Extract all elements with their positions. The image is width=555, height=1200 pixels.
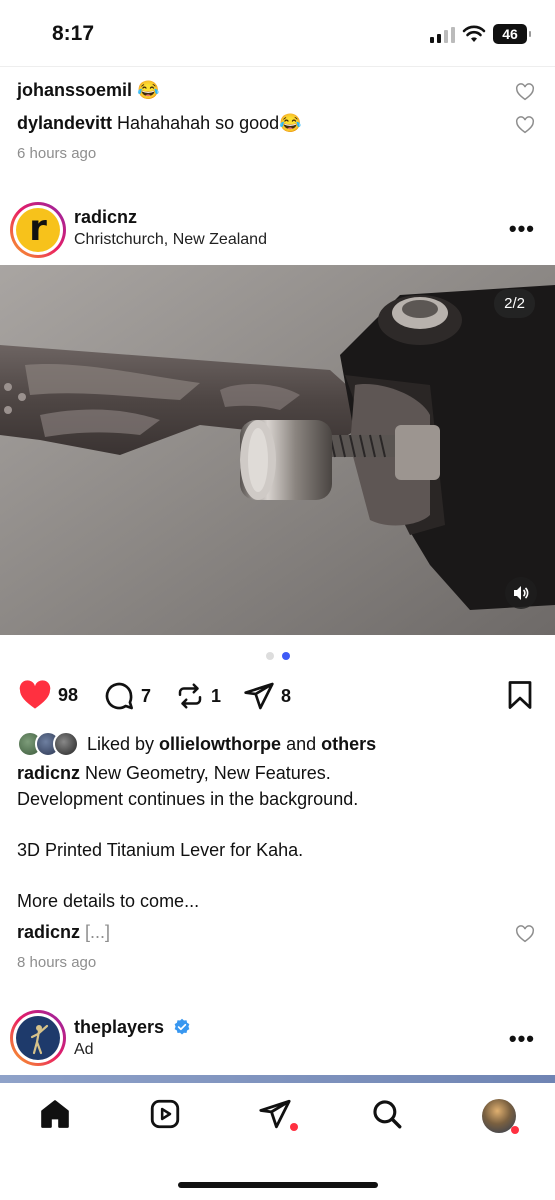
bottom-nav	[0, 1083, 555, 1153]
comment-row[interactable]: radicnz [...]	[17, 922, 110, 943]
more-options-button[interactable]: •••	[509, 216, 535, 242]
send-icon	[259, 1099, 291, 1129]
carousel-dot-active	[282, 652, 290, 660]
heart-filled-icon	[19, 680, 51, 709]
notification-dot	[290, 1123, 298, 1131]
comment-text: 😂	[137, 80, 160, 100]
caption-user[interactable]: radicnz	[17, 763, 80, 783]
heart-outline-icon[interactable]	[515, 83, 535, 101]
more-options-button[interactable]: •••	[509, 1026, 535, 1052]
avatar[interactable]: r	[10, 202, 66, 258]
post-username[interactable]: radicnz	[74, 207, 137, 228]
liked-by-and: and	[281, 733, 322, 754]
carousel-indicator	[266, 652, 290, 660]
status-time: 8:17	[52, 22, 95, 45]
comment-text: [...]	[80, 922, 111, 942]
like-button[interactable]: 98	[18, 680, 78, 710]
divider	[0, 66, 555, 67]
share-button[interactable]: 8	[243, 680, 291, 712]
verified-badge-icon	[174, 1018, 190, 1035]
nav-search[interactable]	[370, 1097, 404, 1136]
liked-by-others[interactable]: others	[321, 734, 376, 754]
bookmark-icon	[508, 681, 532, 709]
liked-by-row[interactable]: Liked by ollielowthorpe and others	[17, 731, 376, 757]
mute-toggle-button[interactable]	[505, 577, 537, 609]
comment-user[interactable]: dylandevitt	[17, 113, 112, 133]
comment-row[interactable]: dylandevitt Hahahahah so good😂	[17, 113, 302, 134]
next-username-text: theplayers	[74, 1017, 165, 1037]
home-indicator	[178, 1182, 378, 1188]
post-timestamp: 8 hours ago	[17, 954, 97, 971]
comment-bubble-icon	[105, 682, 133, 710]
caption-line: 3D Printed Titanium Lever for Kaha.	[17, 839, 304, 860]
post-username[interactable]: theplayers	[74, 1017, 191, 1038]
post-actions: 98 7 1 8	[0, 676, 555, 716]
battery-indicator: 46	[493, 24, 531, 44]
carousel-dot	[266, 652, 274, 660]
avatar[interactable]	[10, 1010, 66, 1066]
post-timestamp: 6 hours ago	[17, 145, 97, 162]
liked-by-prefix: Liked by	[87, 733, 160, 754]
sponsored-label[interactable]: Ad	[74, 1041, 94, 1059]
caption-line	[17, 863, 537, 889]
caption-line: More details to come...	[17, 890, 200, 911]
golfer-logo-icon	[30, 1024, 49, 1055]
search-icon	[373, 1100, 402, 1129]
send-icon	[244, 682, 274, 710]
speaker-icon	[514, 586, 529, 600]
comment-text: Hahahahah so good😂	[117, 113, 302, 133]
caption-line: Development continues in the background.	[17, 788, 359, 809]
heart-outline-icon[interactable]	[515, 925, 535, 943]
nav-reels[interactable]	[148, 1097, 182, 1136]
post-header: theplayers Ad •••	[0, 1008, 555, 1074]
liked-by-text: Liked by ollielowthorpe and others	[87, 734, 376, 755]
titanium-lever-photo	[0, 265, 555, 635]
post-location[interactable]: Christchurch, New Zealand	[74, 231, 267, 249]
nav-profile[interactable]	[482, 1099, 519, 1134]
media-counter-badge: 2/2	[494, 289, 535, 318]
comment-user[interactable]: johanssoemil	[17, 80, 132, 100]
nav-messages[interactable]	[258, 1097, 298, 1136]
nav-home[interactable]	[38, 1097, 72, 1136]
repost-count: 1	[211, 685, 222, 706]
comment-button[interactable]: 7	[103, 680, 151, 712]
heart-outline-icon[interactable]	[515, 116, 535, 134]
repost-icon	[178, 683, 202, 709]
home-icon	[41, 1100, 69, 1128]
comment-row[interactable]: johanssoemil 😂	[17, 80, 159, 101]
share-count: 8	[281, 685, 292, 706]
post-image[interactable]: 2/2	[0, 265, 555, 635]
next-post-media-edge	[0, 1075, 555, 1083]
post-caption: radicnz New Geometry, New Features. Deve…	[17, 761, 537, 914]
liked-by-user[interactable]: ollielowthorpe	[159, 734, 281, 754]
like-count: 98	[58, 684, 79, 705]
avatar-letter: r	[29, 208, 47, 249]
comment-count: 7	[141, 685, 152, 706]
avatar	[53, 731, 79, 757]
repost-button[interactable]: 1	[175, 680, 221, 712]
notification-dot	[511, 1126, 519, 1134]
caption-line	[17, 812, 537, 838]
comment-user[interactable]: radicnz	[17, 922, 80, 942]
post-header: r radicnz Christchurch, New Zealand •••	[0, 198, 555, 264]
reels-icon	[150, 1099, 180, 1129]
caption-line: New Geometry, New Features.	[80, 763, 331, 783]
wifi-icon	[462, 25, 486, 42]
status-bar: 8:17 46	[0, 0, 555, 68]
save-button[interactable]	[507, 680, 533, 710]
signal-icon	[430, 27, 455, 43]
